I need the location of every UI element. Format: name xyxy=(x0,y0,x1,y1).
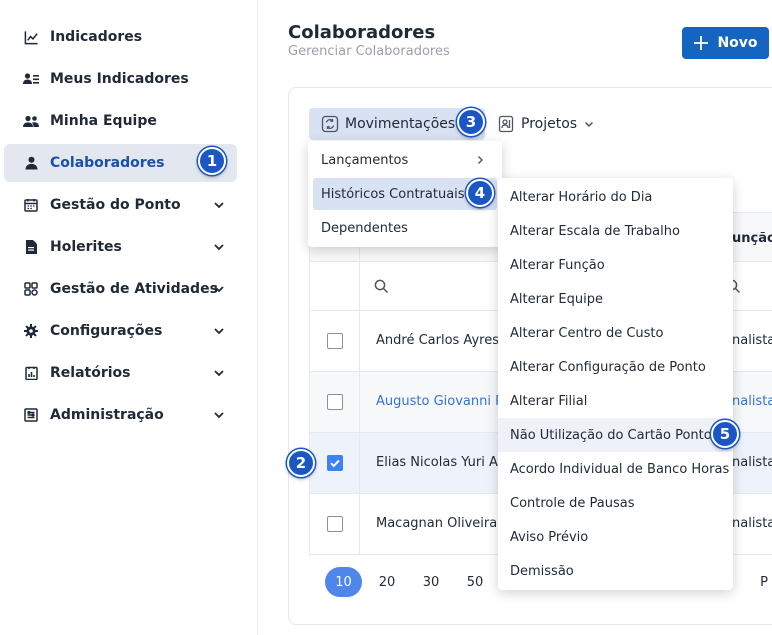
row-checkbox-checked[interactable] xyxy=(327,455,343,471)
transfer-icon xyxy=(321,115,339,133)
submenu-item-alterar-filial[interactable]: Alterar Filial xyxy=(498,384,733,418)
submenu-item-aviso-previo[interactable]: Aviso Prévio xyxy=(498,520,733,554)
row-role: nalista xyxy=(732,394,772,409)
row-checkbox[interactable] xyxy=(327,516,343,532)
submenu-item-nao-utilizacao-cartao[interactable]: Não Utilização do Cartão Ponto xyxy=(498,418,733,452)
submenu-item-alterar-horario[interactable]: Alterar Horário do Dia xyxy=(498,180,733,214)
chart-line-icon xyxy=(23,29,39,45)
sidebar-item-gestao-de-atividades[interactable]: Gestão de Atividades xyxy=(4,270,237,308)
chevron-down-icon xyxy=(214,244,224,251)
new-button[interactable]: Novo xyxy=(682,27,769,59)
user-icon xyxy=(23,155,39,171)
new-button-label: Novo xyxy=(717,35,758,51)
sidebar-item-relatorios[interactable]: Relatórios xyxy=(4,354,237,392)
grid-icon xyxy=(23,281,39,297)
row-name: Macagnan Oliveira xyxy=(376,516,498,531)
row-role: nalista xyxy=(732,455,772,470)
chevron-down-icon xyxy=(585,121,594,128)
page-title: Colaboradores xyxy=(288,22,436,43)
project-icon xyxy=(498,115,514,133)
step-badge-3: 3 xyxy=(457,108,485,136)
submenu-item-controle-pausas[interactable]: Controle de Pausas xyxy=(498,486,733,520)
sidebar-item-label: Relatórios xyxy=(50,365,131,381)
checkmark-icon xyxy=(330,459,340,468)
gear-icon xyxy=(23,323,39,339)
sidebar-item-administracao[interactable]: Administração xyxy=(4,396,237,434)
step-badge-2: 2 xyxy=(287,449,315,477)
submenu-item-alterar-centro-custo[interactable]: Alterar Centro de Custo xyxy=(498,316,733,350)
sidebar-item-minha-equipe[interactable]: Minha Equipe xyxy=(4,102,237,140)
sidebar-item-holerites[interactable]: Holerites xyxy=(4,228,237,266)
sidebar-item-label: Meus Indicadores xyxy=(50,71,189,87)
page-subtitle: Gerenciar Colaboradores xyxy=(288,44,450,59)
page-size-20[interactable]: 20 xyxy=(372,567,402,597)
sidebar-item-configuracoes[interactable]: Configurações xyxy=(4,312,237,350)
menu-item-label: Dependentes xyxy=(321,220,408,236)
menu-item-dependentes[interactable]: Dependentes xyxy=(313,212,497,244)
admin-icon xyxy=(23,407,39,423)
row-name[interactable]: Augusto Giovanni Po xyxy=(376,394,510,409)
step-badge-1: 1 xyxy=(198,147,226,175)
submenu-item-alterar-equipe[interactable]: Alterar Equipe xyxy=(498,282,733,316)
submenu-item-demissao[interactable]: Demissão xyxy=(498,554,733,588)
step-badge-5: 5 xyxy=(711,420,739,448)
movimentacoes-label: Movimentações xyxy=(345,116,456,132)
submenu-item-acordo-banco-horas[interactable]: Acordo Individual de Banco Horas xyxy=(498,452,733,486)
row-role: nalista xyxy=(732,333,772,348)
page-size-10[interactable]: 10 xyxy=(325,567,362,597)
sidebar-item-label: Gestão de Atividades xyxy=(50,281,218,297)
pagination-partial-label: P xyxy=(760,574,768,590)
chevron-down-icon xyxy=(214,328,224,335)
historicos-submenu: Alterar Horário do Dia Alterar Escala de… xyxy=(498,178,733,590)
sidebar-item-meus-indicadores[interactable]: Meus Indicadores xyxy=(4,60,237,98)
chevron-down-icon xyxy=(214,286,224,293)
sidebar-item-label: Gestão do Ponto xyxy=(50,197,181,213)
menu-item-label: Lançamentos xyxy=(321,152,409,168)
row-role: nalista xyxy=(732,516,772,531)
sidebar-item-gestao-do-ponto[interactable]: Gestão do Ponto xyxy=(4,186,237,224)
team-icon xyxy=(23,113,39,129)
search-icon[interactable] xyxy=(374,279,389,294)
submenu-item-alterar-funcao[interactable]: Alterar Função xyxy=(498,248,733,282)
row-checkbox[interactable] xyxy=(327,333,343,349)
chevron-right-icon xyxy=(478,156,483,164)
sidebar-item-label: Configurações xyxy=(50,323,163,339)
projetos-button[interactable]: Projetos xyxy=(497,110,595,138)
sidebar: Indicadores Meus Indicadores Minha Equip… xyxy=(0,0,258,635)
menu-item-label: Históricos Contratuais xyxy=(321,186,465,202)
submenu-item-alterar-escala[interactable]: Alterar Escala de Trabalho xyxy=(498,214,733,248)
plus-icon xyxy=(694,36,709,50)
submenu-item-alterar-config-ponto[interactable]: Alterar Configuração de Ponto xyxy=(498,350,733,384)
user-list-icon xyxy=(23,71,39,87)
row-name: Elias Nicolas Yuri Alv xyxy=(376,455,510,470)
sidebar-item-label: Holerites xyxy=(50,239,122,255)
chevron-down-icon xyxy=(214,412,224,419)
sidebar-item-label: Administração xyxy=(50,407,164,423)
sidebar-item-indicadores[interactable]: Indicadores xyxy=(4,18,237,56)
row-checkbox[interactable] xyxy=(327,394,343,410)
chevron-down-icon xyxy=(214,202,224,209)
column-header-funcao[interactable]: unção xyxy=(732,231,772,246)
calendar-icon xyxy=(23,197,39,213)
row-name: André Carlos Ayres xyxy=(376,333,499,348)
sidebar-item-label: Colaboradores xyxy=(50,155,165,171)
report-icon xyxy=(23,365,39,381)
page-size-50[interactable]: 50 xyxy=(460,567,490,597)
page-size-30[interactable]: 30 xyxy=(416,567,446,597)
document-icon xyxy=(23,239,39,255)
step-badge-4: 4 xyxy=(466,179,494,207)
sidebar-item-label: Minha Equipe xyxy=(50,113,157,129)
projetos-label: Projetos xyxy=(521,116,578,132)
sidebar-item-label: Indicadores xyxy=(50,29,143,45)
chevron-down-icon xyxy=(214,370,224,377)
menu-item-lancamentos[interactable]: Lançamentos xyxy=(313,144,497,176)
